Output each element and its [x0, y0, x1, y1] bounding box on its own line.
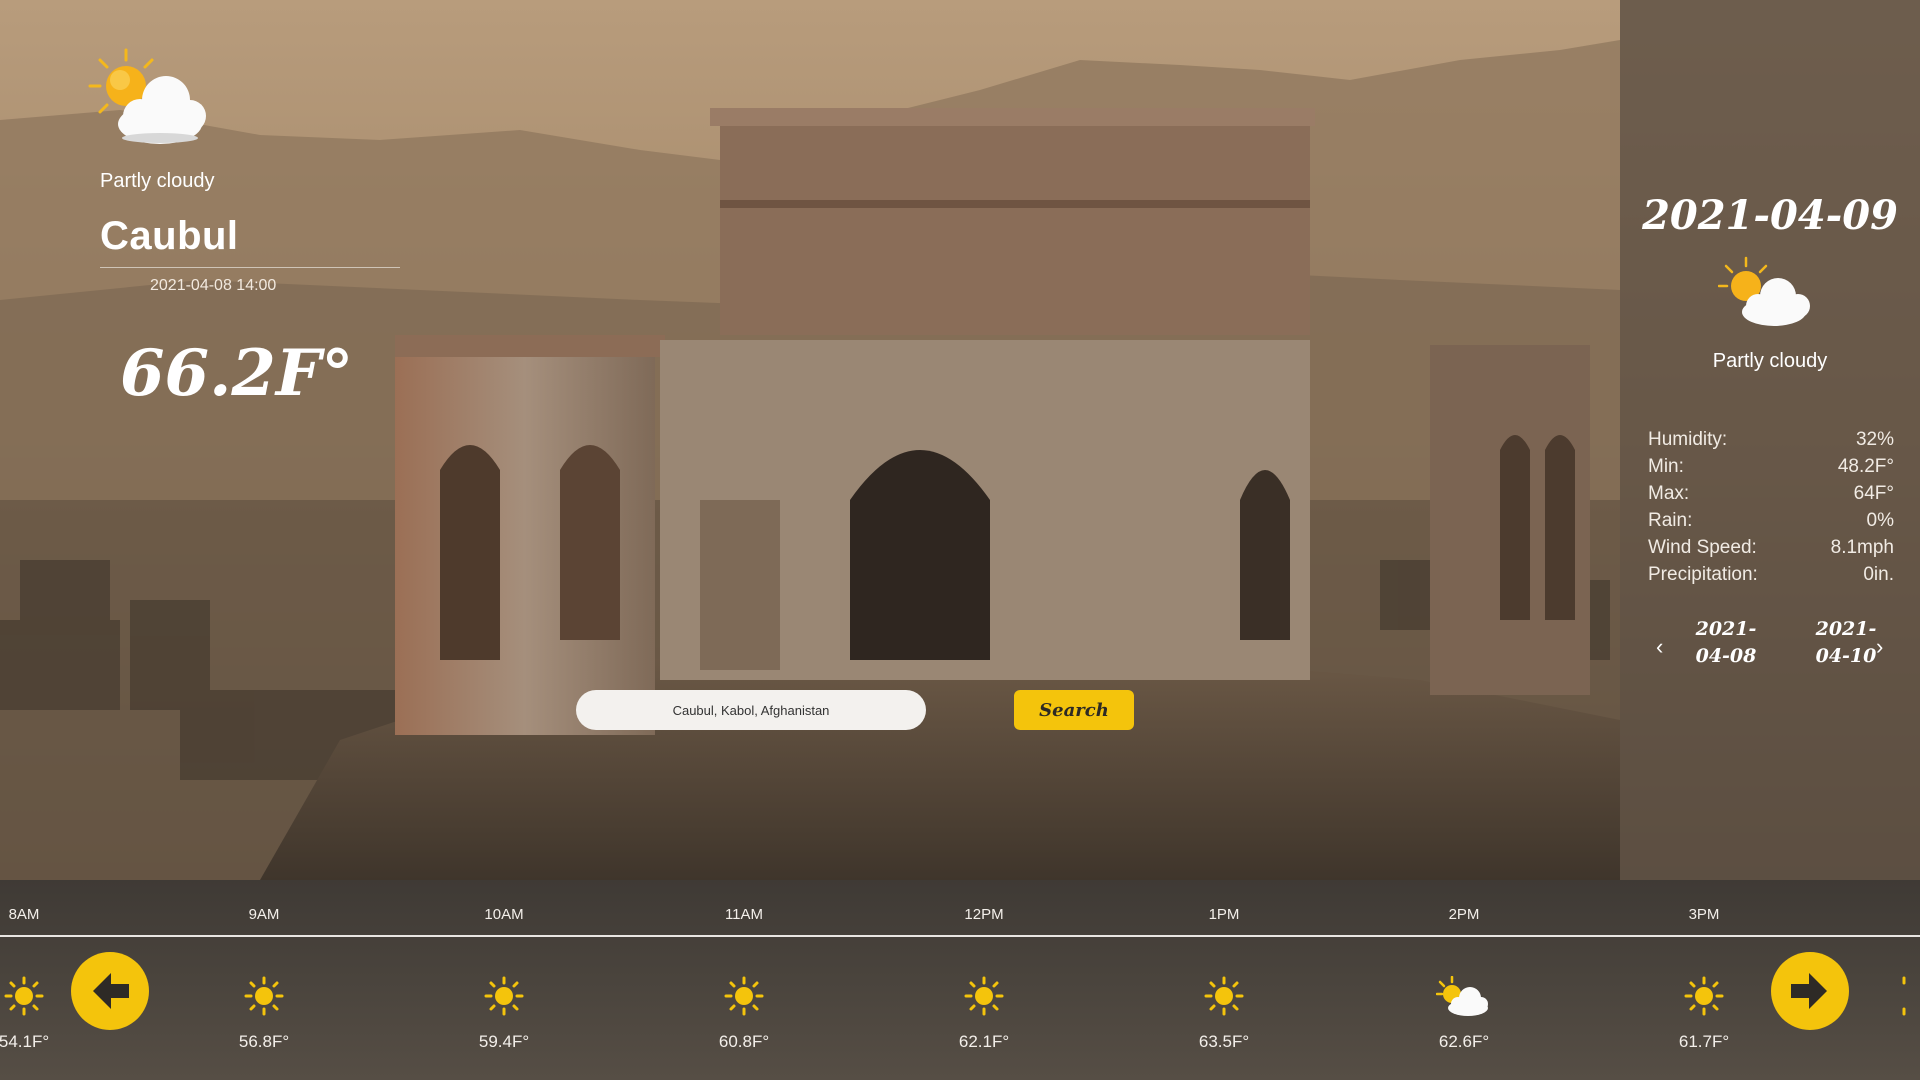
- day-forecast-panel: 2021-04-09 Partly cloudy Humidity: 32% M…: [1620, 0, 1920, 880]
- hour-item-10am: 10AM 59.4F°: [444, 880, 564, 1080]
- next-day-button[interactable]: 2021- 04-10: [1806, 616, 1886, 670]
- stat-max: Max: 64F°: [1648, 480, 1894, 507]
- prev-day-monthday: 04-08: [1695, 645, 1757, 667]
- arrow-right-icon: [1791, 973, 1827, 1009]
- sun-icon: [484, 976, 524, 1016]
- sun-icon: [724, 976, 764, 1016]
- stat-wind-speed: Wind Speed: 8.1mph: [1648, 534, 1894, 561]
- stat-label: Wind Speed:: [1648, 537, 1757, 558]
- hour-temperature: 63.5F°: [1198, 1032, 1250, 1051]
- hourly-prev-button[interactable]: [71, 952, 149, 1030]
- stat-humidity: Humidity: 32%: [1648, 426, 1894, 453]
- hour-temperature: 62.6F°: [1438, 1032, 1490, 1051]
- sun-icon: [1884, 976, 1920, 1016]
- stat-value: 0in.: [1863, 564, 1894, 585]
- hour-time: 1PM: [1208, 906, 1240, 923]
- stat-value: 0%: [1866, 510, 1894, 531]
- sun-icon: [1684, 976, 1724, 1016]
- hour-time: 12PM: [964, 906, 1004, 923]
- stat-value: 48.2F°: [1837, 456, 1894, 477]
- next-day-monthday: 04-10: [1815, 645, 1877, 667]
- hour-time: 3PM: [1688, 906, 1720, 923]
- partly-cloudy-icon: [1435, 975, 1492, 1016]
- hour-time: 10AM: [484, 906, 524, 923]
- city-name: Caubul: [100, 214, 239, 258]
- hour-temperature: 60.8F°: [718, 1032, 770, 1051]
- chevron-left-icon[interactable]: ‹: [1656, 634, 1663, 660]
- sun-icon: [244, 976, 284, 1016]
- hour-item-2pm: 2PM 62.6F°: [1404, 880, 1524, 1080]
- hour-item-9am: 9AM 56.8F°: [204, 880, 324, 1080]
- stat-label: Min:: [1648, 456, 1684, 477]
- forecast-date: 2021-04-09: [1642, 192, 1898, 239]
- partly-cloudy-icon: [1717, 256, 1810, 326]
- day-navigation: ‹ 2021- 04-08 2021- 04-10 ›: [1620, 616, 1920, 680]
- hour-time: 2PM: [1448, 906, 1480, 923]
- stat-rain: Rain: 0%: [1648, 507, 1894, 534]
- sun-icon: [964, 976, 1004, 1016]
- hour-temperature: 56.8F°: [238, 1032, 290, 1051]
- hour-time: 8AM: [8, 906, 40, 923]
- prev-day-year: 2021-: [1695, 618, 1757, 640]
- current-temperature: 66.2F°: [120, 336, 354, 411]
- current-datetime: 2021-04-08 14:00: [150, 277, 277, 294]
- hour-temperature: 54.1F°: [0, 1032, 50, 1051]
- current-condition: Partly cloudy: [100, 170, 215, 192]
- stat-value: 64F°: [1853, 483, 1894, 504]
- hour-temperature: 61.7F°: [1678, 1032, 1730, 1051]
- sun-icon: [4, 976, 44, 1016]
- hourly-next-button[interactable]: [1771, 952, 1849, 1030]
- search-button[interactable]: Search: [1014, 690, 1134, 730]
- stat-label: Rain:: [1648, 510, 1693, 531]
- stat-label: Humidity:: [1648, 429, 1728, 450]
- next-day-year: 2021-: [1815, 618, 1877, 640]
- stat-label: Max:: [1648, 483, 1690, 504]
- arrow-left-icon: [93, 973, 129, 1009]
- stat-label: Precipitation:: [1648, 564, 1758, 585]
- stat-precipitation: Precipitation: 0in.: [1648, 561, 1894, 588]
- hour-item-11am: 11AM 60.8F°: [684, 880, 804, 1080]
- stat-min: Min: 48.2F°: [1648, 453, 1894, 480]
- chevron-right-icon[interactable]: ›: [1876, 634, 1883, 660]
- prev-day-button[interactable]: 2021- 04-08: [1686, 616, 1766, 670]
- search-input[interactable]: [576, 690, 926, 730]
- current-weather-icon: [88, 46, 218, 146]
- hour-temperature: 59.4F°: [478, 1032, 530, 1051]
- hour-item-1pm: 1PM 63.5F°: [1164, 880, 1284, 1080]
- hour-item-3pm: 3PM 61.7F°: [1644, 880, 1764, 1080]
- stat-value: 32%: [1855, 429, 1894, 450]
- hour-item-12pm: 12PM 62.1F°: [924, 880, 1044, 1080]
- partly-cloudy-icon: [88, 48, 206, 144]
- sun-icon: [1204, 976, 1244, 1016]
- hourly-forecast-strip: 8AM 54.1F° 9AM 56.8F° 10AM 59.4F° 11AM 6…: [0, 880, 1920, 1080]
- hour-time: 9AM: [248, 906, 280, 923]
- stat-value: 8.1mph: [1830, 537, 1894, 558]
- hour-temperature: 62.1F°: [958, 1032, 1010, 1051]
- hour-time: 11AM: [724, 906, 764, 923]
- forecast-condition: Partly cloudy: [1712, 350, 1828, 372]
- forecast-weather-icon: [1717, 256, 1818, 328]
- forecast-stats: Humidity: 32% Min: 48.2F° Max: 64F° Rain…: [1648, 426, 1894, 588]
- hour-item-next-partial: [1884, 880, 1920, 1080]
- city-divider: [100, 267, 400, 268]
